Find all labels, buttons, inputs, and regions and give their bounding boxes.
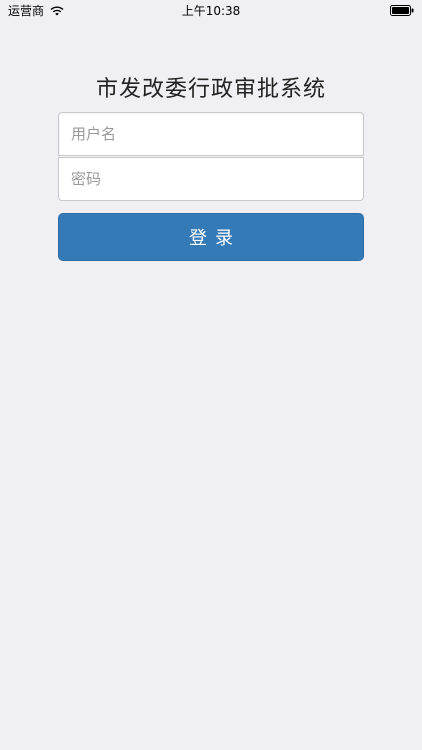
- login-button[interactable]: 登录: [58, 213, 364, 261]
- page-title: 市发改委行政审批系统: [95, 77, 326, 102]
- password-input[interactable]: [58, 157, 364, 201]
- battery-icon: [390, 5, 414, 16]
- username-input[interactable]: [58, 112, 364, 156]
- status-time: 上午10:38: [181, 4, 241, 18]
- status-bar: 运营商 上午10:38: [0, 0, 422, 22]
- login-form: 市发改委行政审批系统 登录: [58, 70, 364, 261]
